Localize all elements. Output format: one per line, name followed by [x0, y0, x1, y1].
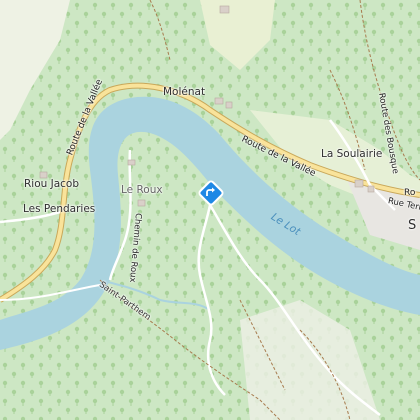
building	[225, 101, 233, 109]
place-label-edge: S	[408, 218, 417, 233]
building	[219, 5, 230, 14]
building	[214, 97, 224, 105]
building	[354, 179, 364, 188]
directions-marker[interactable]	[197, 179, 225, 207]
place-label-la-soulairie: La Soulairie	[321, 148, 383, 160]
building	[367, 185, 375, 193]
building	[127, 159, 136, 166]
place-label-les-pendaries: Les Pendaries	[23, 203, 96, 215]
directions-icon	[198, 180, 224, 206]
place-label-riou-jacob: Riou Jacob	[24, 178, 80, 190]
map-view[interactable]: Molénat La Soulairie Riou Jacob Les Pend…	[0, 0, 420, 420]
road-label-edge: Ro	[404, 188, 416, 198]
place-label-molenat: Molénat	[163, 86, 206, 98]
place-label-le-roux: Le Roux	[121, 184, 163, 196]
building	[137, 199, 146, 207]
